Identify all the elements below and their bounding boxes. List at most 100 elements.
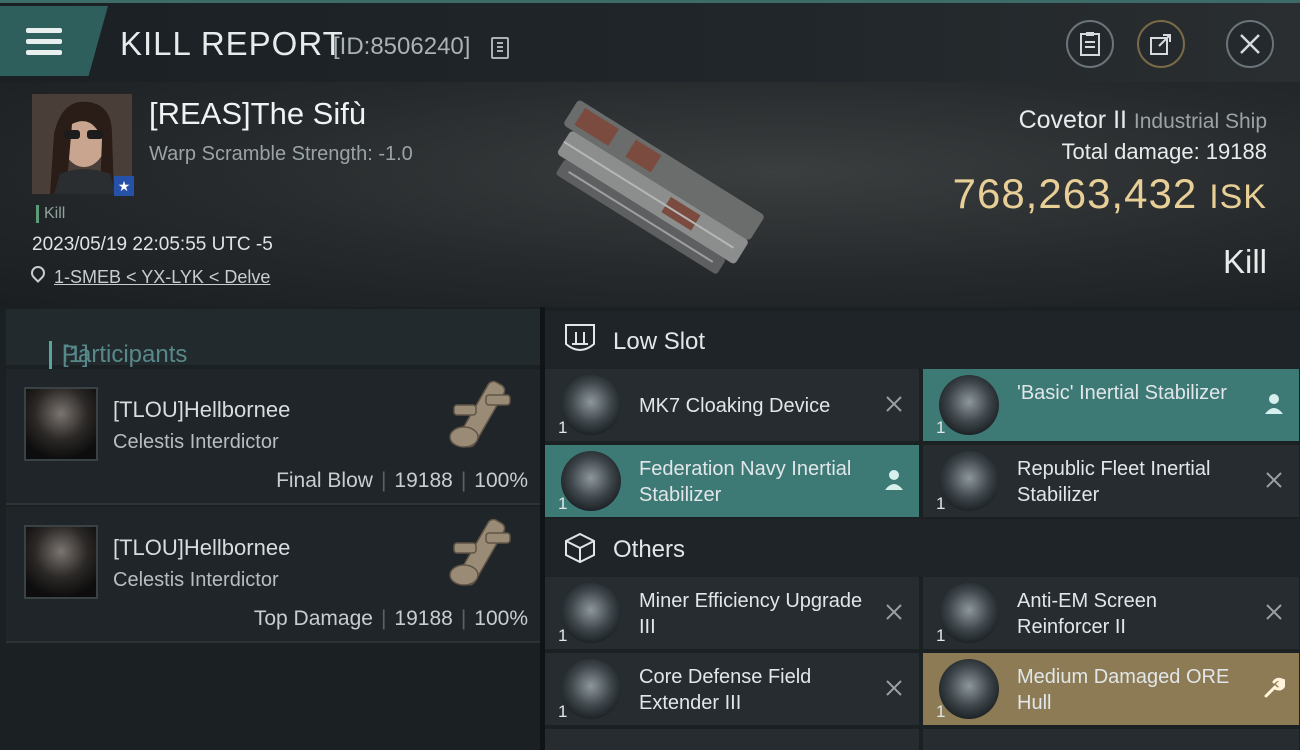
- share-button[interactable]: [1137, 20, 1185, 68]
- module-slot[interactable]: 1 Federation Navy Inertial Stabilizer: [545, 445, 919, 517]
- menu-icon-bar: [26, 39, 62, 44]
- report-id: [ID:8506240]: [333, 33, 471, 60]
- module-name: MK7 Cloaking Device: [639, 395, 831, 417]
- module-quantity: 1: [936, 702, 946, 721]
- destroyed-x-icon: [1261, 599, 1287, 625]
- participant-damage: 19188: [394, 607, 453, 630]
- clipboard-icon: [1080, 32, 1100, 56]
- page-title: KILL REPORT: [120, 25, 344, 62]
- ship-type-name[interactable]: Covetor II: [1019, 106, 1127, 134]
- participant-stats: Top Damage | 19188 | 100%: [254, 607, 528, 631]
- warp-scramble-strength: Warp Scramble Strength: -1.0: [149, 143, 413, 165]
- module-quantity: 1: [558, 494, 568, 513]
- clipboard-button[interactable]: [1066, 20, 1114, 68]
- module-name: Miner Efficiency Upgrade III: [639, 590, 863, 638]
- module-name: Core Defense Field Extender III: [639, 666, 812, 714]
- divider: |: [460, 469, 467, 492]
- module-icon: [939, 451, 999, 511]
- module-slot-partial[interactable]: [923, 729, 1299, 750]
- participant-ship-image: [449, 518, 511, 586]
- divider: |: [380, 469, 387, 492]
- module-slot[interactable]: 1 Medium Damaged ORE Hull: [923, 653, 1299, 725]
- module-name: Anti-EM Screen Reinforcer II: [1017, 590, 1158, 638]
- participant-stats: Final Blow | 19188 | 100%: [276, 469, 528, 493]
- participant-ship: Celestis Interdictor: [113, 431, 279, 453]
- result-label: Kill: [1222, 243, 1267, 280]
- section-low-slot: Low Slot: [545, 311, 1300, 369]
- top-bar: KILL REPORT [ID:8506240]: [0, 0, 1300, 82]
- section-title: Others: [613, 536, 686, 563]
- participants-count: [1]: [49, 341, 89, 369]
- participant-role: Top Damage: [253, 607, 373, 630]
- divider: |: [380, 607, 387, 630]
- shield-icon: [565, 324, 595, 351]
- module-quantity: 1: [936, 418, 946, 437]
- module-slot-partial[interactable]: [545, 729, 919, 750]
- participant-name: [TLOU]Hellbornee: [113, 397, 291, 422]
- participant-damage: 19188: [394, 469, 453, 492]
- participant-avatar[interactable]: [24, 525, 98, 599]
- section-others: Others: [545, 519, 1300, 577]
- module-quantity: 1: [558, 418, 568, 437]
- dropped-pilot-icon: [1261, 391, 1287, 417]
- destroyed-x-icon: [881, 599, 907, 625]
- victim-ship-image: [556, 100, 764, 274]
- participant-row[interactable]: [TLOU]Hellbornee Celestis Interdictor To…: [6, 507, 540, 643]
- participant-percent: 100%: [474, 469, 528, 492]
- module-slot[interactable]: 1 Republic Fleet Inertial Stabilizer: [923, 445, 1299, 517]
- participant-percent: 100%: [474, 607, 528, 630]
- participants-header[interactable]: Participants [1]: [6, 309, 540, 369]
- module-name: Republic Fleet Inertial Stabilizer: [1017, 458, 1211, 506]
- menu-icon-bar: [26, 50, 62, 55]
- isk-value: 768,263,432 ISK: [953, 170, 1267, 218]
- module-slot[interactable]: 1 Miner Efficiency Upgrade III: [545, 577, 919, 649]
- participant-ship: Celestis Interdictor: [113, 569, 279, 591]
- module-slot[interactable]: 1 Anti-EM Screen Reinforcer II: [923, 577, 1299, 649]
- module-quantity: 1: [936, 494, 946, 513]
- module-name: Medium Damaged ORE Hull: [1017, 666, 1230, 714]
- module-name: Federation Navy Inertial Stabilizer: [639, 458, 852, 506]
- total-damage: Total damage: 19188: [1061, 139, 1268, 164]
- module-icon: [939, 659, 999, 719]
- kill-datetime: 2023/05/19 22:05:55 UTC -5: [32, 234, 273, 255]
- isk-unit: ISK: [1209, 178, 1267, 216]
- close-button[interactable]: [1226, 20, 1274, 68]
- destroyed-x-icon: [881, 391, 907, 417]
- menu-button[interactable]: [0, 6, 108, 76]
- participant-ship-image: [449, 380, 511, 448]
- star-badge-icon: ★: [114, 176, 134, 196]
- module-slot[interactable]: 1 Core Defense Field Extender III: [545, 653, 919, 725]
- module-quantity: 1: [558, 626, 568, 645]
- share-icon: [1150, 34, 1171, 55]
- participant-avatar[interactable]: [24, 387, 98, 461]
- module-quantity: 1: [558, 702, 568, 721]
- module-icon: [561, 583, 621, 643]
- module-icon: [939, 583, 999, 643]
- kill-location-link[interactable]: 1-SMEB < YX-LYK < Delve: [54, 267, 270, 288]
- isk-amount: 768,263,432: [952, 170, 1198, 217]
- dropped-pilot-icon: [881, 467, 907, 493]
- participant-name: [TLOU]Hellbornee: [113, 535, 291, 560]
- module-slot[interactable]: 1 'Basic' Inertial Stabilizer: [923, 369, 1299, 441]
- module-icon: [939, 375, 999, 435]
- module-icon: [561, 659, 621, 719]
- participant-row[interactable]: [TLOU]Hellbornee Celestis Interdictor Fi…: [6, 369, 540, 505]
- close-icon: [1240, 34, 1260, 54]
- victim-ship: Covetor II Industrial Ship: [1019, 106, 1267, 135]
- menu-icon: [26, 28, 62, 33]
- section-title: Low Slot: [613, 328, 706, 355]
- wrench-icon: [1261, 675, 1287, 701]
- victim-name[interactable]: [REAS]The Sifù: [149, 96, 366, 132]
- copy-icon[interactable]: [491, 37, 509, 59]
- ship-class: Industrial Ship: [1133, 110, 1267, 133]
- module-slot[interactable]: 1 MK7 Cloaking Device: [545, 369, 919, 441]
- kill-tag: Kill: [36, 205, 65, 223]
- module-quantity: 1: [936, 626, 946, 645]
- module-icon: [561, 451, 621, 511]
- destroyed-x-icon: [881, 675, 907, 701]
- module-icon: [561, 375, 621, 435]
- divider: |: [460, 607, 467, 630]
- participant-role: Final Blow: [276, 469, 373, 492]
- module-name: 'Basic' Inertial Stabilizer: [1017, 382, 1227, 404]
- box-icon: [565, 532, 595, 564]
